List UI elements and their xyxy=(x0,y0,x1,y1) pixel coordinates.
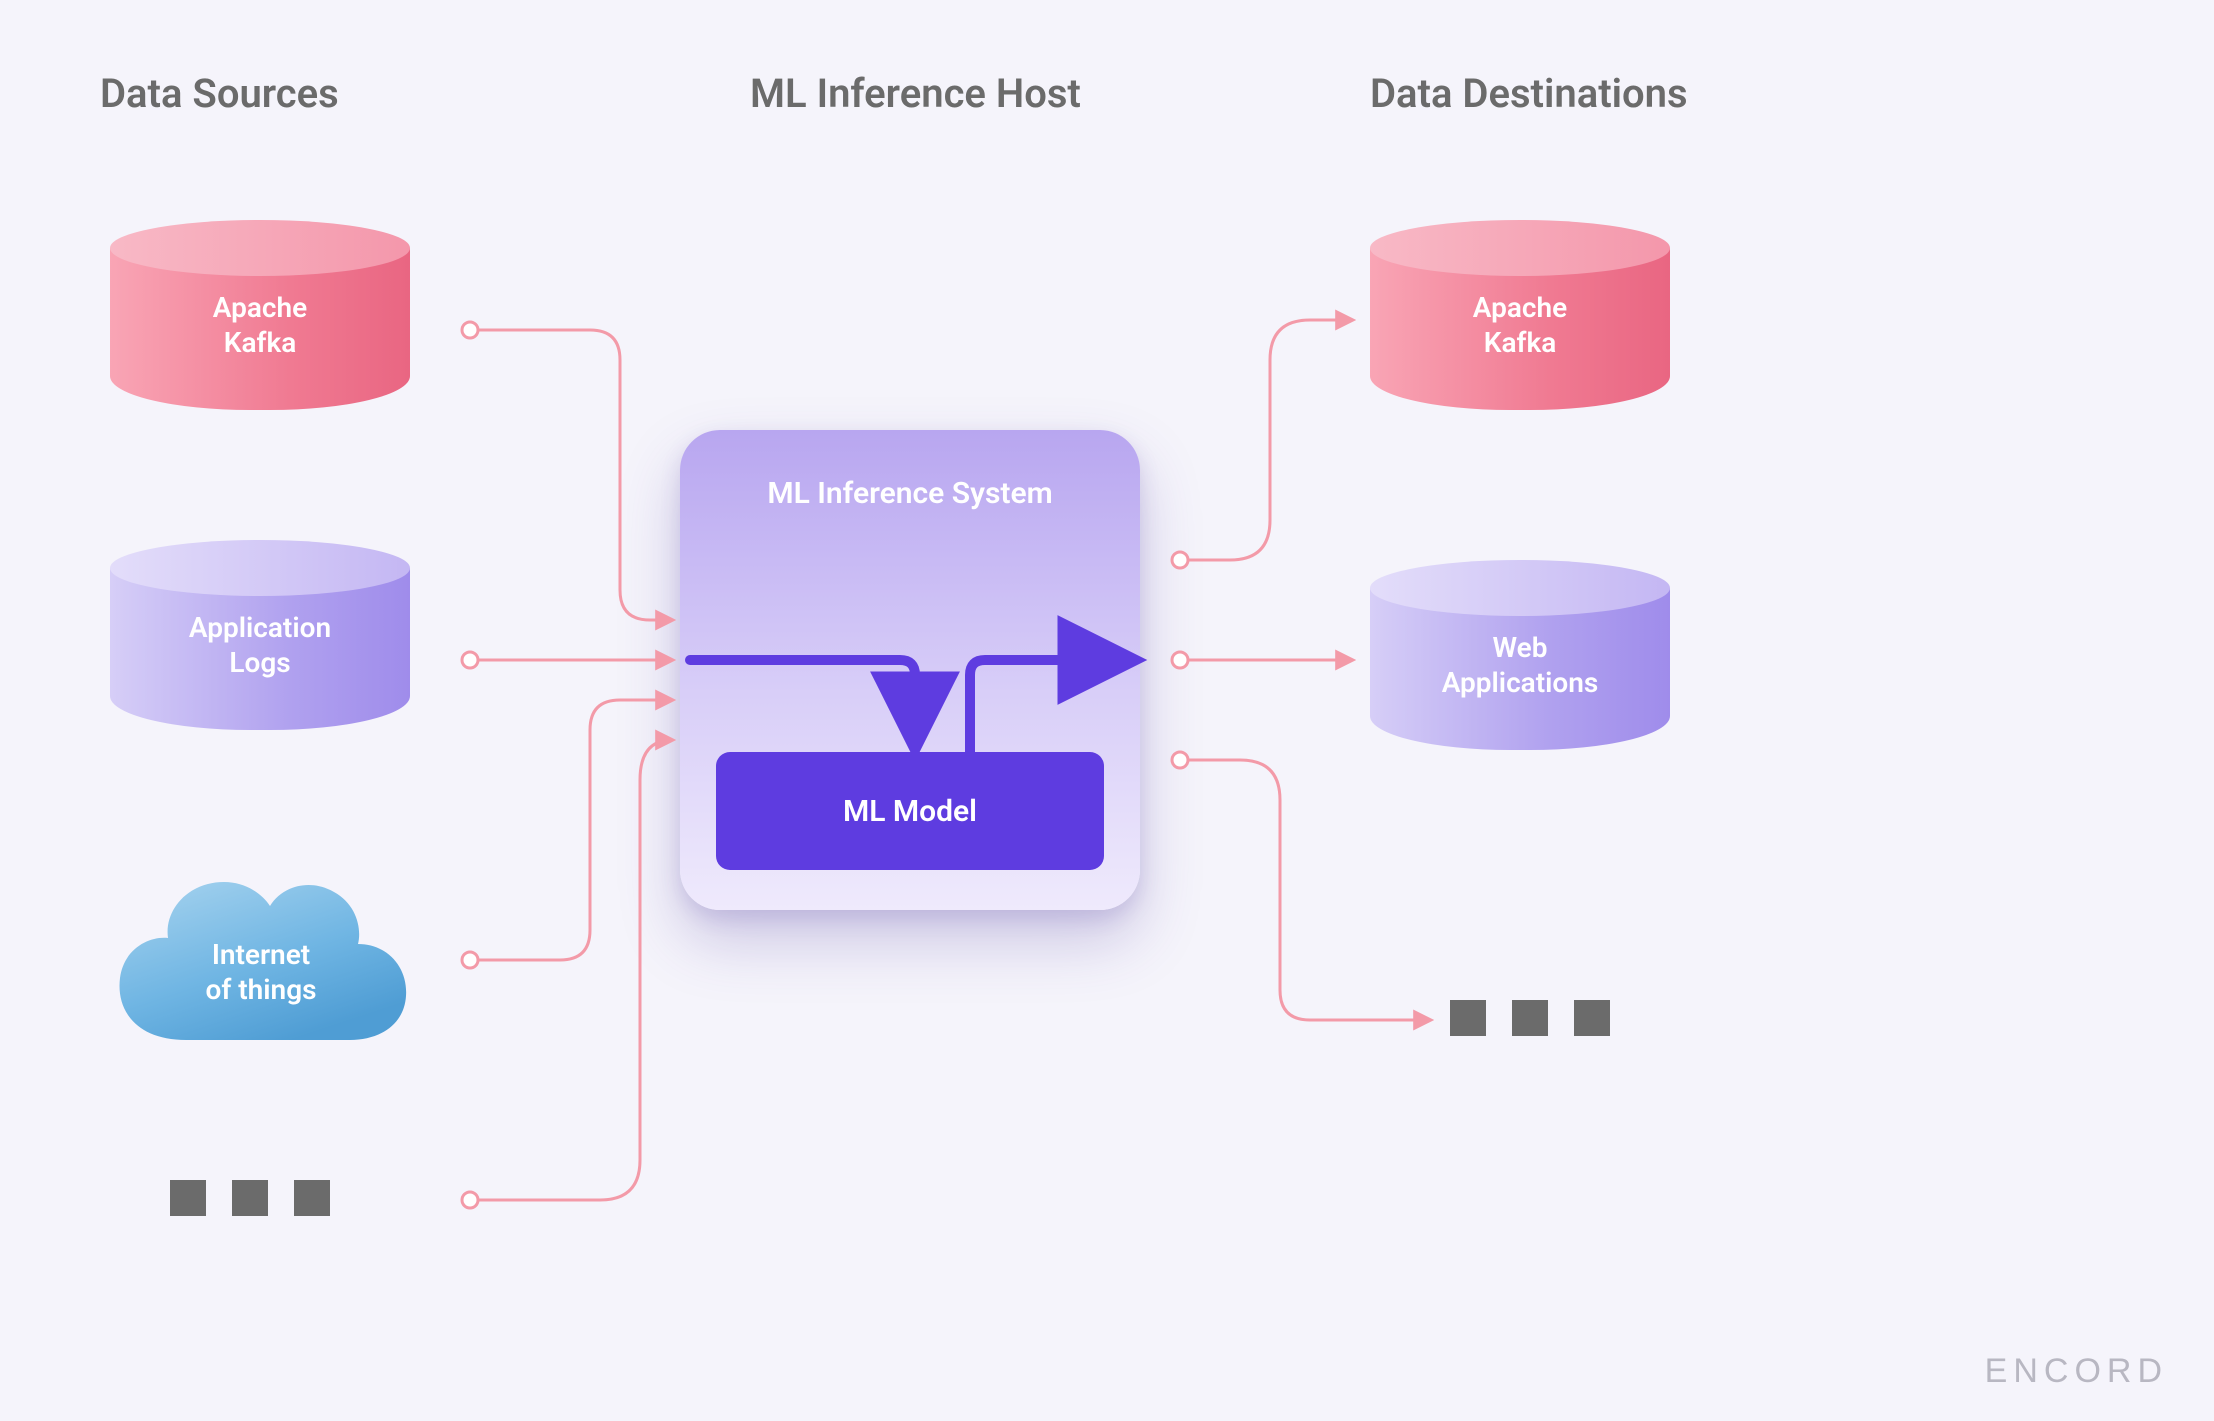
heading-destinations: Data Destinations xyxy=(1370,70,1688,117)
sources-ellipsis-icon xyxy=(170,1180,330,1216)
source-applogs-label: Application Logs xyxy=(110,610,410,680)
source-iot-label: Internet of things xyxy=(205,937,316,1007)
dest-kafka-cylinder: Apache Kafka xyxy=(1370,220,1670,410)
heading-host: ML Inference Host xyxy=(750,70,1081,117)
ml-inference-system-title: ML Inference System xyxy=(680,476,1140,511)
dest-webapps-label: Web Applications xyxy=(1370,630,1670,700)
diagram-canvas: Data Sources ML Inference Host Data Dest… xyxy=(0,0,2214,1421)
ml-inference-host-card: ML Inference System ML Model xyxy=(680,430,1140,910)
heading-sources: Data Sources xyxy=(100,70,339,117)
dest-kafka-label: Apache Kafka xyxy=(1370,290,1670,360)
source-kafka-label: Apache Kafka xyxy=(110,290,410,360)
destinations-ellipsis-icon xyxy=(1450,1000,1610,1036)
brand-logo: ENCORD xyxy=(1985,1352,2168,1391)
source-applogs-cylinder: Application Logs xyxy=(110,540,410,730)
ml-model-box: ML Model xyxy=(716,752,1104,870)
dest-webapps-cylinder: Web Applications xyxy=(1370,560,1670,750)
ml-model-label: ML Model xyxy=(843,794,977,829)
source-kafka-cylinder: Apache Kafka xyxy=(110,220,410,410)
source-iot-cloud: Internet of things xyxy=(106,850,416,1060)
